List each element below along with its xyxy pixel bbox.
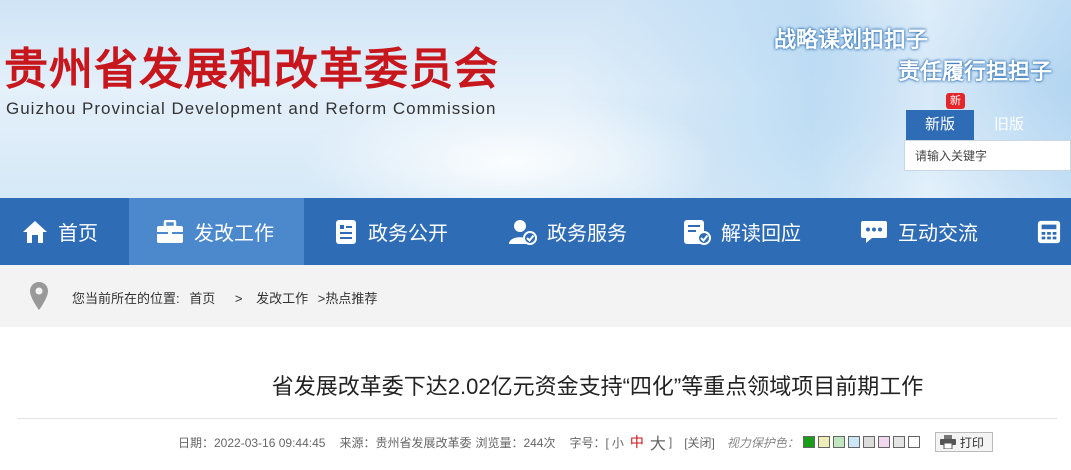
eye-color-swatch[interactable]	[802, 436, 815, 448]
printer-icon	[939, 435, 956, 449]
article-meta: 日期：2022-03-16 09:44:45 来源：贵州省发展改革委 浏览量：2…	[178, 430, 993, 454]
nav-item-service[interactable]: 政务服务	[479, 198, 654, 265]
briefcase-icon	[157, 219, 183, 243]
close-link[interactable]: [关闭]	[684, 434, 715, 451]
site-logo-subtitle: Guizhou Provincial Development and Refor…	[6, 99, 497, 118]
print-label: 打印	[959, 435, 984, 450]
font-size-medium[interactable]: 中	[630, 432, 644, 452]
nav-label-work: 发改工作	[194, 223, 274, 245]
home-icon	[23, 220, 47, 243]
font-size-small[interactable]: 小	[612, 434, 624, 451]
nav-item-work[interactable]: 发改工作	[129, 198, 304, 265]
main-nav: 首页 发改工作 政务公开 政务服务 解读回应 互动交流	[0, 198, 1071, 265]
breadcrumb-prefix: 您当前所在的位置:	[72, 291, 180, 306]
search-box	[904, 140, 1071, 171]
breadcrumb-trail: 您当前所在的位置: 首页 > 发改工作 >热点推荐	[72, 288, 383, 307]
article-title: 省发展改革委下达2.02亿元资金支持“四化”等重点领域项目前期工作	[271, 374, 924, 399]
eye-color-swatch[interactable]	[832, 436, 845, 448]
publish-date: 日期：2022-03-16 09:44:45	[178, 435, 326, 450]
font-size-close-bracket: ]	[668, 435, 673, 449]
search-input[interactable]	[905, 141, 1070, 170]
nav-item-interact[interactable]: 互动交流	[830, 198, 1005, 265]
print-button[interactable]: 打印	[934, 432, 993, 452]
document-icon	[336, 219, 356, 244]
site-header: 贵州省发展和改革委员会 Guizhou Provincial Developme…	[0, 0, 1071, 198]
check-document-icon	[684, 219, 711, 245]
nav-label-interact: 互动交流	[898, 223, 978, 245]
eye-color-swatch[interactable]	[877, 436, 890, 448]
view-count: 浏览量：244次	[475, 435, 556, 450]
breadcrumb-separator: >	[234, 291, 243, 306]
nav-label-service: 政务服务	[547, 223, 627, 245]
font-size-label: 字号：[	[569, 435, 609, 450]
nav-item-public[interactable]: 政务公开	[304, 198, 479, 265]
nav-item-more[interactable]	[1005, 198, 1071, 265]
site-logo-title[interactable]: 贵州省发展和改革委员会	[4, 42, 499, 98]
new-version-tab[interactable]: 新版	[906, 110, 974, 140]
breadcrumb-current[interactable]: >热点推荐	[318, 291, 378, 306]
location-pin-icon	[30, 282, 48, 310]
breadcrumb-work[interactable]: 发改工作	[256, 291, 308, 306]
eye-color-swatch[interactable]	[907, 436, 920, 448]
calculator-icon	[1037, 220, 1061, 243]
breadcrumb: 您当前所在的位置: 首页 > 发改工作 >热点推荐	[0, 265, 1071, 327]
old-version-tab[interactable]: 旧版	[974, 110, 1044, 140]
title-divider	[17, 418, 1057, 419]
breadcrumb-home[interactable]: 首页	[189, 291, 215, 306]
nav-item-interpret[interactable]: 解读回应	[654, 198, 830, 265]
nav-label-interpret: 解读回应	[721, 223, 801, 245]
nav-label-public: 政务公开	[368, 223, 448, 245]
version-switcher: 新版 旧版	[906, 110, 1071, 140]
eye-protect-label: 视力保护色：	[726, 435, 799, 450]
slogan-line-1: 战略谋划扣扣子	[774, 27, 929, 52]
nav-item-home[interactable]: 首页	[0, 198, 129, 265]
chat-icon	[861, 220, 887, 243]
nav-label-home: 首页	[58, 223, 98, 245]
eye-color-swatch[interactable]	[817, 436, 830, 448]
article-source: 来源：贵州省发展改革委	[339, 435, 472, 450]
eye-color-swatches	[802, 436, 923, 448]
slogan-line-2: 责任履行担担子	[898, 59, 1053, 84]
user-service-icon	[509, 219, 537, 245]
eye-color-swatch[interactable]	[847, 436, 860, 448]
new-badge: 新	[946, 93, 965, 109]
font-size-large[interactable]: 大	[650, 430, 666, 454]
eye-color-swatch[interactable]	[892, 436, 905, 448]
eye-color-swatch[interactable]	[862, 436, 875, 448]
